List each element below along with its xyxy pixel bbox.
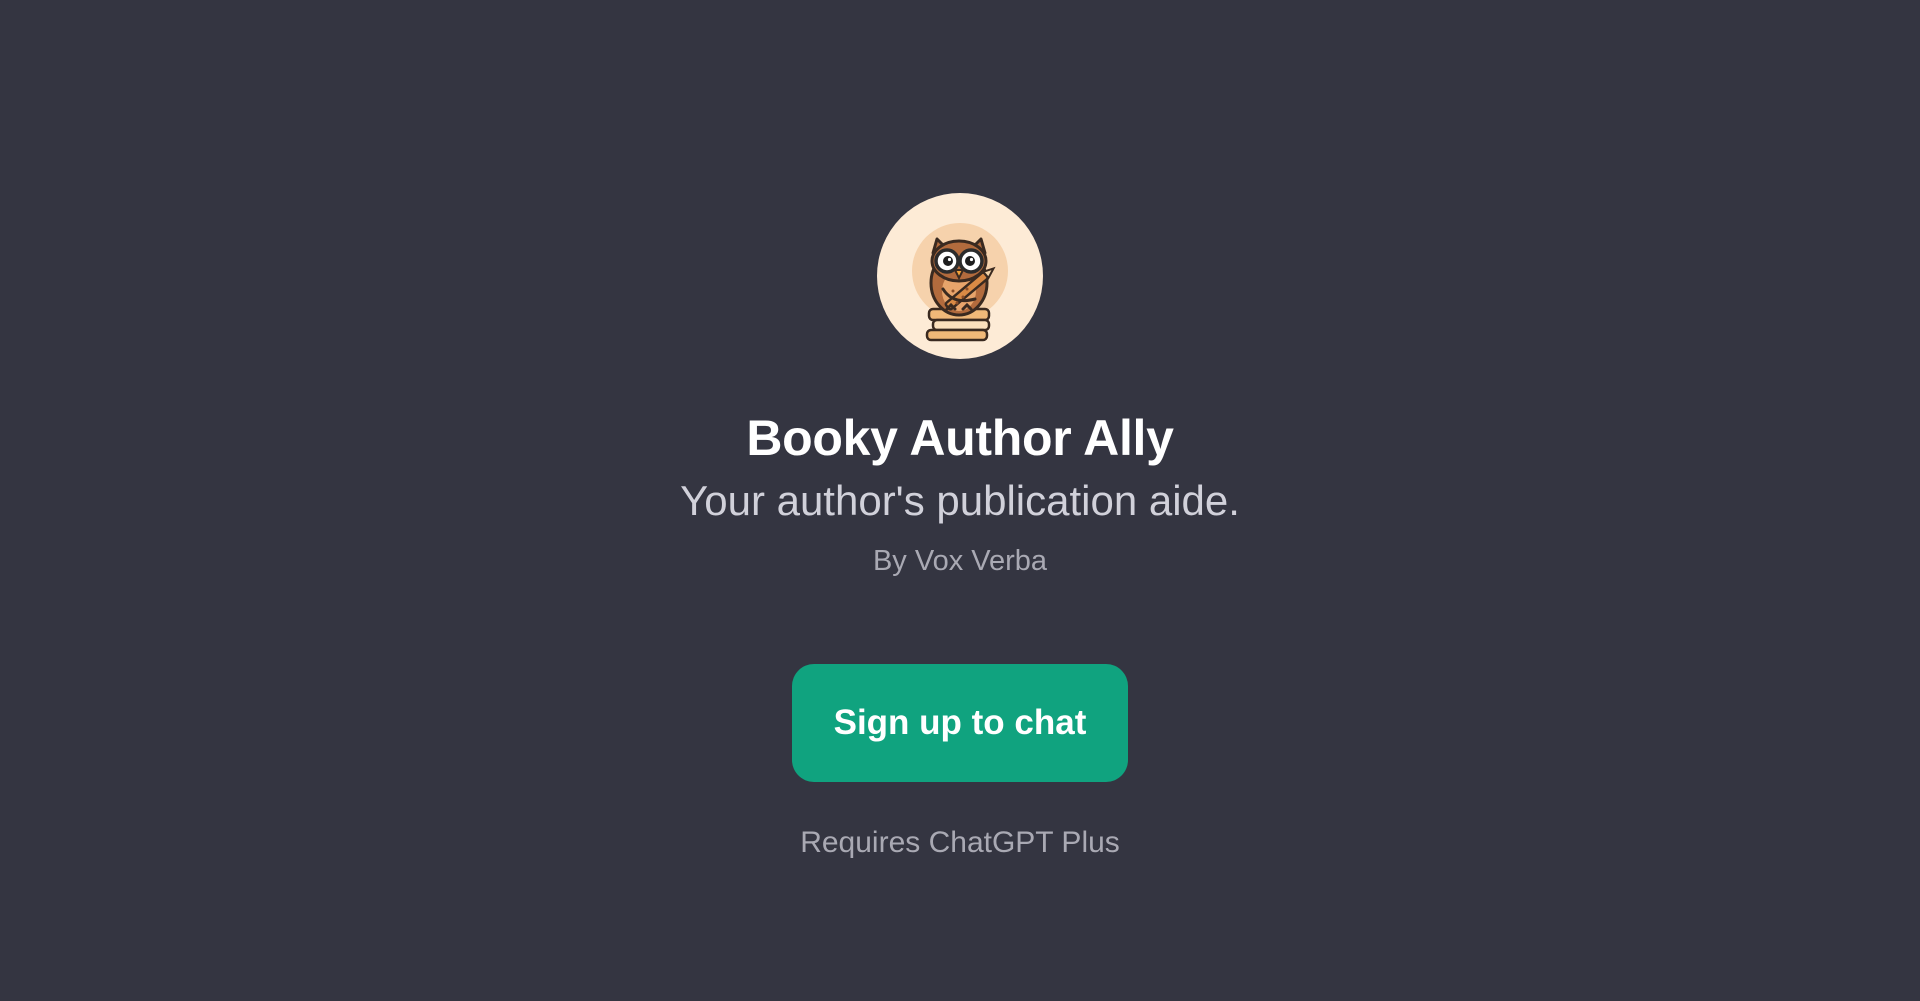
gpt-profile: Booky Author Ally Your author's publicat… — [0, 193, 1920, 862]
gpt-author: By Vox Verba — [872, 545, 1048, 577]
gpt-avatar — [877, 193, 1043, 359]
plan-requirement-note: Requires ChatGPT Plus — [800, 826, 1120, 859]
gpt-title: Booky Author Ally — [746, 410, 1174, 466]
sign-up-to-chat-button[interactable]: Sign up to chat — [792, 664, 1128, 782]
gpt-subtitle: Your author's publication aide. — [680, 477, 1240, 524]
gpt-landing-page: Booky Author Ally Your author's publicat… — [0, 0, 1920, 1001]
owl-on-books-icon — [912, 223, 1008, 342]
